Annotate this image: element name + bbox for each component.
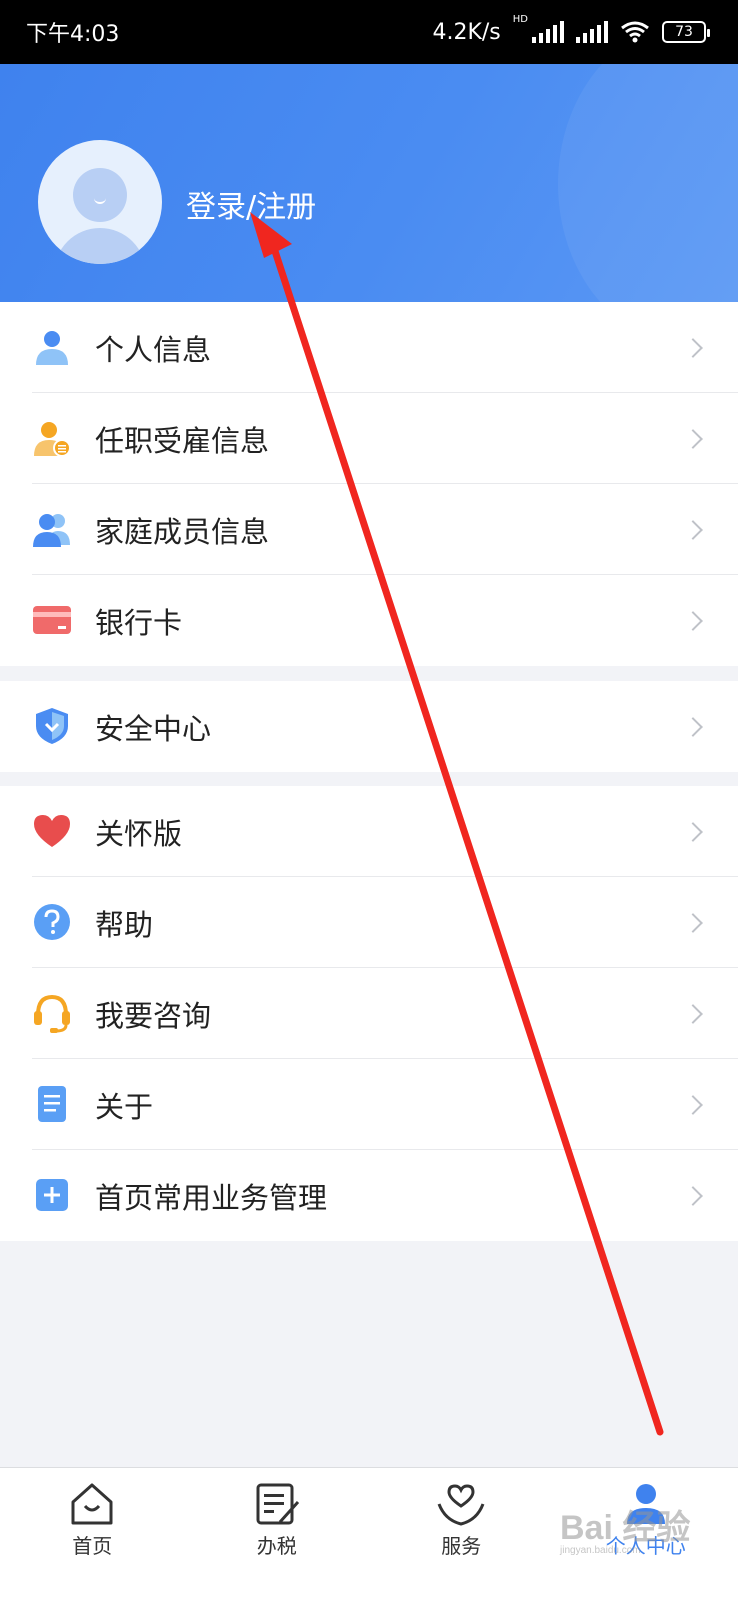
menu-item-label: 帮助 [95, 907, 154, 942]
signal-icon [532, 21, 564, 43]
document-icon [38, 1086, 66, 1122]
employment-icon [34, 422, 71, 457]
menu-item-label: 我要咨询 [95, 998, 212, 1033]
menu-item-about[interactable]: 关于 [0, 1059, 738, 1150]
chevron-right-icon [683, 428, 703, 449]
menu-item-label: 关怀版 [95, 816, 183, 851]
menu-group-other: 关怀版 帮助 我要咨询 关于 首页常用业务管理 [0, 786, 738, 1241]
menu-item-label: 安全中心 [95, 711, 212, 746]
chevron-right-icon [683, 912, 703, 933]
chevron-right-icon [683, 610, 703, 631]
menu-item-bank-card[interactable]: 银行卡 [0, 575, 738, 666]
status-time: 下午4:03 [26, 22, 120, 47]
login-register-link[interactable]: 登录/注册 [186, 182, 316, 226]
tab-label: 办税 [256, 1534, 297, 1558]
menu-item-label: 首页常用业务管理 [95, 1180, 328, 1215]
status-indicators: 4.2K/s HD 73 [432, 14, 710, 45]
home-icon [71, 1483, 113, 1525]
tab-home[interactable]: 首页 [0, 1468, 185, 1600]
chevron-right-icon [683, 1003, 703, 1024]
signal-icon-2 [576, 21, 608, 43]
heart-icon [34, 815, 70, 847]
plus-icon [36, 1179, 68, 1211]
profile-header: 登录/注册 [0, 64, 738, 302]
tax-edit-icon [256, 1483, 299, 1525]
menu-item-label: 任职受雇信息 [95, 423, 270, 458]
menu-item-label: 关于 [95, 1089, 154, 1124]
menu-item-consult[interactable]: 我要咨询 [0, 968, 738, 1059]
header-decoration [558, 64, 738, 302]
status-bar: 下午4:03 4.2K/s HD 73 [0, 0, 738, 64]
battery-level: 73 [675, 24, 693, 40]
avatar[interactable] [38, 140, 162, 264]
wifi-icon [621, 21, 649, 43]
chevron-right-icon [683, 1185, 703, 1206]
tab-label: 首页 [72, 1534, 113, 1558]
menu-item-family-info[interactable]: 家庭成员信息 [0, 484, 738, 575]
battery-icon: 73 [662, 21, 710, 43]
family-icon [33, 514, 70, 547]
bank-card-icon [33, 606, 71, 634]
person-icon [36, 331, 68, 365]
network-speed: 4.2K/s [432, 19, 501, 45]
avatar-head [73, 168, 127, 222]
menu-item-home-business-management[interactable]: 首页常用业务管理 [0, 1150, 738, 1241]
menu-item-help[interactable]: 帮助 [0, 877, 738, 968]
menu-item-care-version[interactable]: 关怀版 [0, 786, 738, 877]
watermark-text: Bai 经验 [560, 1509, 691, 1547]
baidu-watermark: Bai 经验 jingyan.baidu.com [560, 1500, 690, 1556]
chevron-right-icon [683, 716, 703, 737]
chevron-right-icon [683, 337, 703, 358]
avatar-body [54, 228, 146, 264]
menu-item-label: 银行卡 [95, 605, 183, 640]
chevron-right-icon [683, 821, 703, 842]
menu-item-employment-info[interactable]: 任职受雇信息 [0, 393, 738, 484]
tab-tax[interactable]: 办税 [185, 1468, 370, 1600]
service-heart-icon [437, 1484, 485, 1526]
menu-item-security-center[interactable]: 安全中心 [0, 681, 738, 772]
menu-item-label: 个人信息 [95, 332, 212, 367]
tab-service[interactable]: 服务 [369, 1468, 554, 1600]
menu-group-security: 安全中心 [0, 681, 738, 772]
menu-group-personal: 个人信息 任职受雇信息 家庭成员信息 银行卡 [0, 302, 738, 666]
help-icon [34, 904, 70, 940]
hd-badge: HD [512, 13, 528, 25]
headset-icon [34, 994, 70, 1033]
chevron-right-icon [683, 1094, 703, 1115]
tab-label: 服务 [441, 1534, 482, 1558]
menu-item-label: 家庭成员信息 [95, 514, 270, 549]
shield-icon [36, 708, 68, 744]
menu-item-personal-info[interactable]: 个人信息 [0, 302, 738, 393]
chevron-right-icon [683, 519, 703, 540]
